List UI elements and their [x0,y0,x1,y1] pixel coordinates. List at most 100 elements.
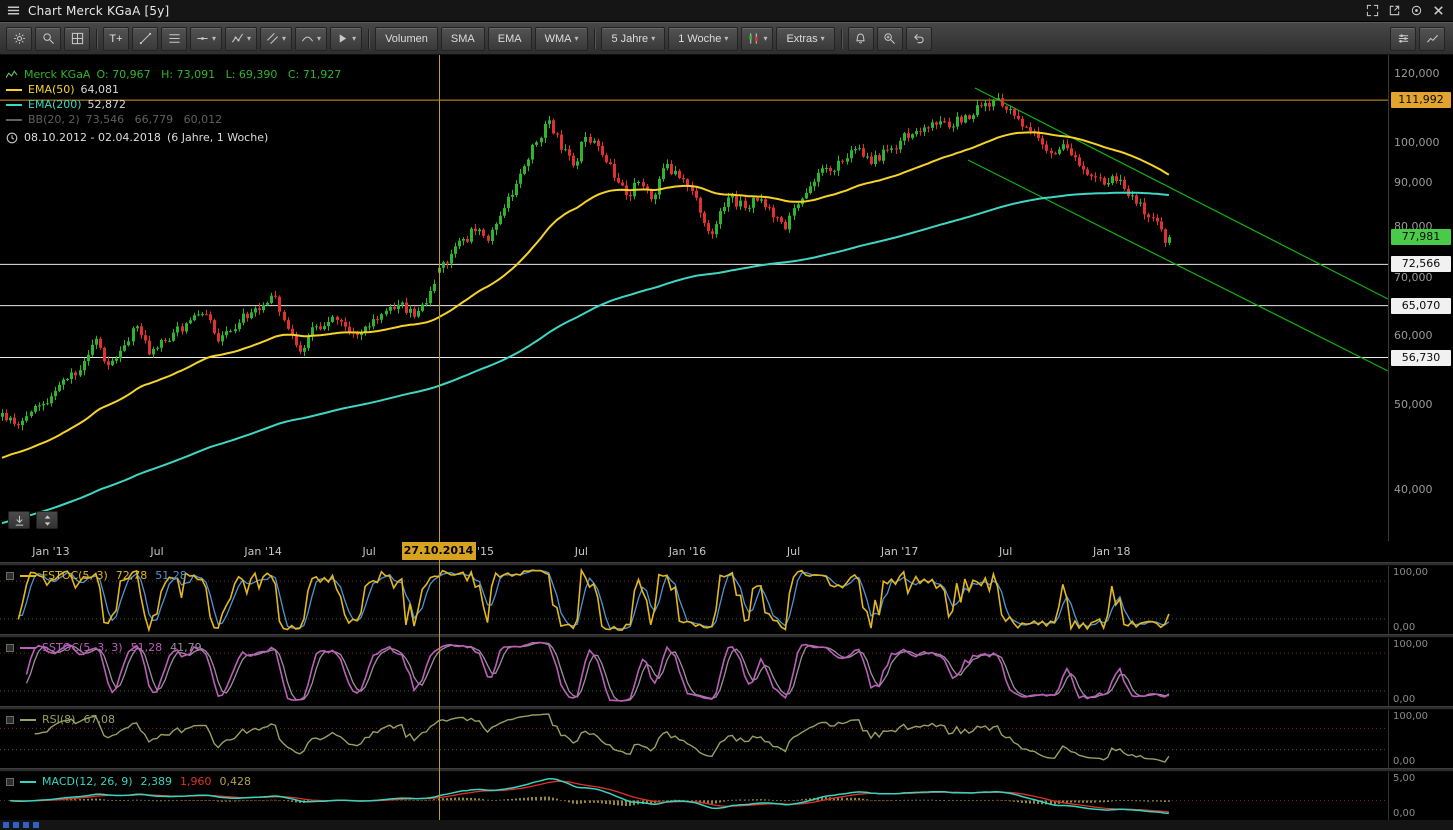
sstoc-value-d: 41,79 [170,641,202,654]
legend-symbol-row[interactable]: Merck KGaA O: 70,967 H: 73,091 L: 69,390… [6,67,341,82]
undo-icon [912,32,925,45]
fstoc-axis-top: 100,00 [1393,567,1428,578]
ema-button[interactable]: EMA [488,27,532,51]
rsi-legend[interactable]: RSI(8) 67,08 [6,713,115,726]
price-badge: 111,992 [1391,92,1451,108]
indicator-button[interactable] [1419,27,1445,51]
undo-button[interactable] [906,27,932,51]
price-tick: 70,000 [1394,271,1433,285]
taskbar-item[interactable] [23,822,29,828]
rsi-plot[interactable] [0,710,1388,768]
settings-button[interactable] [6,27,32,51]
ema200-value: 52,872 [88,98,127,111]
chevron-down-icon: ▾ [247,35,251,43]
close-button[interactable] [1427,1,1449,21]
trendline-tool-button[interactable] [132,27,158,51]
candlestick-icon [747,32,760,45]
search-button[interactable] [35,27,61,51]
pointer-tool-button[interactable]: ▾ [330,27,362,51]
channel-tool-button[interactable]: ▾ [260,27,292,51]
symbol-name: Merck KGaA [24,68,90,81]
volumen-button[interactable]: Volumen [375,27,438,51]
ema-label: EMA [498,33,522,45]
extras-menu[interactable]: Extras▾ [776,27,834,51]
fibonacci-tool-button[interactable] [161,27,187,51]
toolbar-right-actions [1390,27,1447,51]
indicator-panel-fstoc[interactable]: FSTOC(5, 3) 72,78 51,28 100,00 0,00 [0,566,1453,634]
indicator-panel-macd[interactable]: MACD(12, 26, 9) 2,389 1,960 0,428 5,00 0… [0,772,1453,820]
sma-button[interactable]: SMA [441,27,485,51]
bell-icon [854,32,867,45]
titlebar: Chart Merck KGaA [5y] [0,0,1453,22]
channel-icon [266,32,279,45]
close-icon [1432,4,1445,17]
time-tick: Jan '18 [1084,545,1140,558]
zoom-in-button[interactable] [877,27,903,51]
fstoc-value-k: 72,78 [116,569,148,582]
sstoc-plot[interactable] [0,638,1388,706]
autoscale-button[interactable] [36,511,58,529]
macd-hist-value: 0,428 [220,775,252,788]
time-tick: Jul [129,545,185,558]
alerts-button[interactable] [848,27,874,51]
ema200-label: EMA(200) [28,98,82,111]
taskbar-item[interactable] [3,822,9,828]
rsi-value: 67,08 [83,713,115,726]
indicator-toggle[interactable] [6,778,14,786]
time-axis[interactable]: Jan '13JulJan '14JulJan '15JulJan '16Jul… [0,541,1388,562]
indicator-toggle[interactable] [6,644,14,652]
bb-label: BB(20, 2) [28,113,80,126]
target-button[interactable] [1405,1,1427,21]
chart-settings-button[interactable] [1390,27,1416,51]
chevron-down-icon: ▾ [352,35,356,43]
bottom-taskbar [0,820,1453,830]
volumen-label: Volumen [385,33,428,45]
price-tick: 100,000 [1394,136,1440,150]
chevron-down-icon: ▾ [574,35,578,43]
maximize-button[interactable] [1361,1,1383,21]
toolbar: T+ ▾ ▾ ▾ ▾ ▾ Volumen SMA EMA WMA▾ 5 Jahr… [0,22,1453,55]
pane-down-button[interactable] [8,511,30,529]
legend-ema50-row[interactable]: EMA(50) 64,081 [6,82,341,97]
polyline-tool-button[interactable]: ▾ [225,27,257,51]
indicator-panel-rsi[interactable]: RSI(8) 67,08 100,00 0,00 [0,710,1453,768]
fstoc-value-d: 51,28 [155,569,187,582]
layout-button[interactable] [64,27,90,51]
indicator-toggle[interactable] [6,716,14,724]
text-tool-button[interactable]: T+ [103,27,129,51]
chart-legend: Merck KGaA O: 70,967 H: 73,091 L: 69,390… [6,67,341,145]
sstoc-legend[interactable]: SSTOC(5, 3, 3) 51,28 41,79 [6,641,202,654]
sliders-icon [1397,32,1410,45]
macd-legend[interactable]: MACD(12, 26, 9) 2,389 1,960 0,428 [6,775,251,788]
macd-axis-top: 5,00 [1393,773,1415,784]
legend-bb-row[interactable]: BB(20, 2) 73,546 66,779 60,012 [6,112,341,127]
popout-button[interactable] [1383,1,1405,21]
chart-corner-buttons [8,511,58,529]
chart-type-select[interactable]: ▾ [741,27,773,51]
range-select[interactable]: 5 Jahre▾ [601,27,665,51]
indicator-toggle[interactable] [6,572,14,580]
time-tick: Jan '14 [235,545,291,558]
hline-tool-button[interactable]: ▾ [190,27,222,51]
fit-vertical-icon [41,514,54,527]
macd-axis-bottom: 0,00 [1393,808,1415,819]
date-range: 08.10.2012 - 02.04.2018 [24,131,161,144]
taskbar-item[interactable] [13,822,19,828]
bb-line-sample [6,119,22,121]
interval-select[interactable]: 1 Woche▾ [668,27,738,51]
fstoc-plot[interactable] [0,566,1388,634]
menu-button[interactable] [0,0,26,22]
rsi-line-sample [20,719,36,721]
chevron-down-icon: ▾ [317,35,321,43]
indicator-panel-sstoc[interactable]: SSTOC(5, 3, 3) 51,28 41,79 100,00 0,00 [0,638,1453,706]
legend-ema200-row[interactable]: EMA(200) 52,872 [6,97,341,112]
price-axis[interactable]: 120,000100,00090,00080,00070,00060,00050… [1388,55,1453,541]
price-badge: 56,730 [1391,350,1451,366]
rsi-name: RSI(8) [42,713,75,726]
main-chart-area[interactable]: 120,000100,00090,00080,00070,00060,00050… [0,55,1453,562]
macd-value: 2,389 [141,775,173,788]
fstoc-legend[interactable]: FSTOC(5, 3) 72,78 51,28 [6,569,187,582]
curve-tool-button[interactable]: ▾ [295,27,327,51]
wma-button[interactable]: WMA▾ [535,27,589,51]
taskbar-item[interactable] [33,822,39,828]
